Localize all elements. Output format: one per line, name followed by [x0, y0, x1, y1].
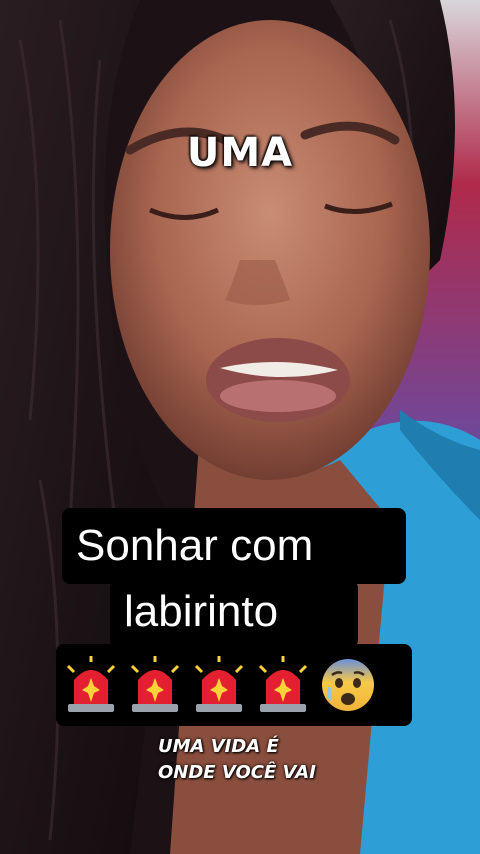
bottom-caption-line-1: UMA VIDA É — [158, 736, 279, 757]
bottom-caption-line-2: ONDE VOCÊ VAI — [158, 762, 316, 783]
police-siren-icon — [130, 656, 180, 712]
video-frame: UMA Sonhar com labirinto UMA VIDA É ONDE… — [0, 0, 480, 854]
title-line-1: Sonhar com — [62, 508, 406, 584]
emoji-row — [56, 644, 412, 726]
bottom-caption: UMA VIDA É ONDE VOCÊ VAI — [158, 734, 316, 786]
anxious-face-icon — [322, 659, 374, 711]
police-siren-icon — [258, 656, 308, 712]
police-siren-icon — [66, 656, 116, 712]
police-siren-icon — [194, 656, 244, 712]
top-caption: UMA — [186, 130, 294, 176]
title-line-2: labirinto — [110, 580, 358, 648]
